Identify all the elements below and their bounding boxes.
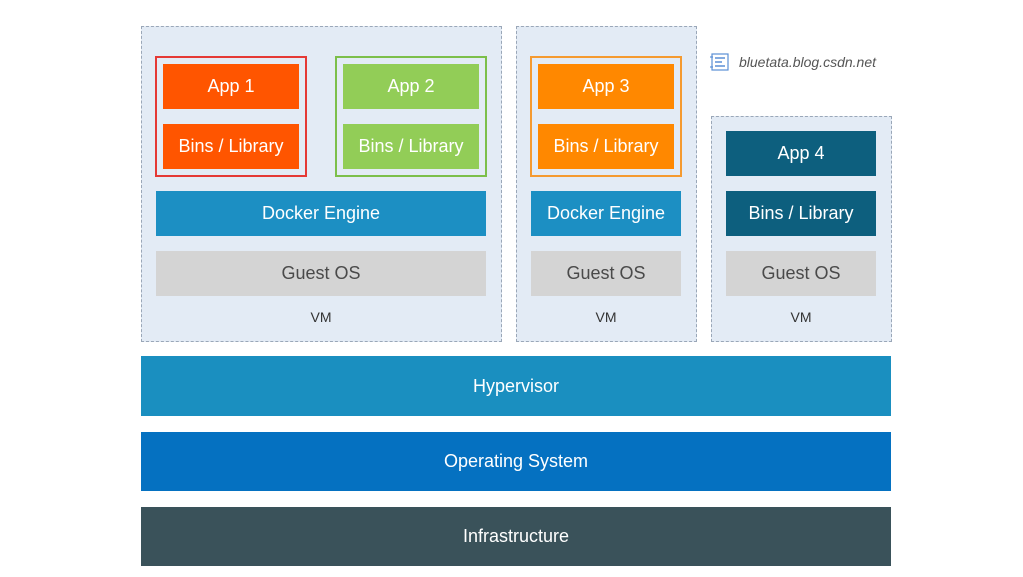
watermark-text: bluetata.blog.csdn.net bbox=[739, 54, 876, 70]
vm-label-2: VM bbox=[595, 309, 617, 325]
infrastructure-layer: Infrastructure bbox=[141, 507, 891, 566]
vm-label-3: VM bbox=[790, 309, 812, 325]
app4-library-box: Bins / Library bbox=[726, 191, 876, 236]
operating-system-layer: Operating System bbox=[141, 432, 891, 491]
docker-engine-box-2: Docker Engine bbox=[531, 191, 681, 236]
guest-os-box-2: Guest OS bbox=[531, 251, 681, 296]
guest-os-box-1: Guest OS bbox=[156, 251, 486, 296]
docker-engine-box-1: Docker Engine bbox=[156, 191, 486, 236]
app1-box: App 1 bbox=[163, 64, 299, 109]
app4-box: App 4 bbox=[726, 131, 876, 176]
app3-box: App 3 bbox=[538, 64, 674, 109]
watermark: bluetata.blog.csdn.net bbox=[709, 51, 876, 73]
app2-library-box: Bins / Library bbox=[343, 124, 479, 169]
hypervisor-layer: Hypervisor bbox=[141, 356, 891, 416]
app2-box: App 2 bbox=[343, 64, 479, 109]
book-icon bbox=[709, 52, 731, 72]
app1-library-box: Bins / Library bbox=[163, 124, 299, 169]
guest-os-box-3: Guest OS bbox=[726, 251, 876, 296]
app3-library-box: Bins / Library bbox=[538, 124, 674, 169]
vm-label-1: VM bbox=[310, 309, 332, 325]
